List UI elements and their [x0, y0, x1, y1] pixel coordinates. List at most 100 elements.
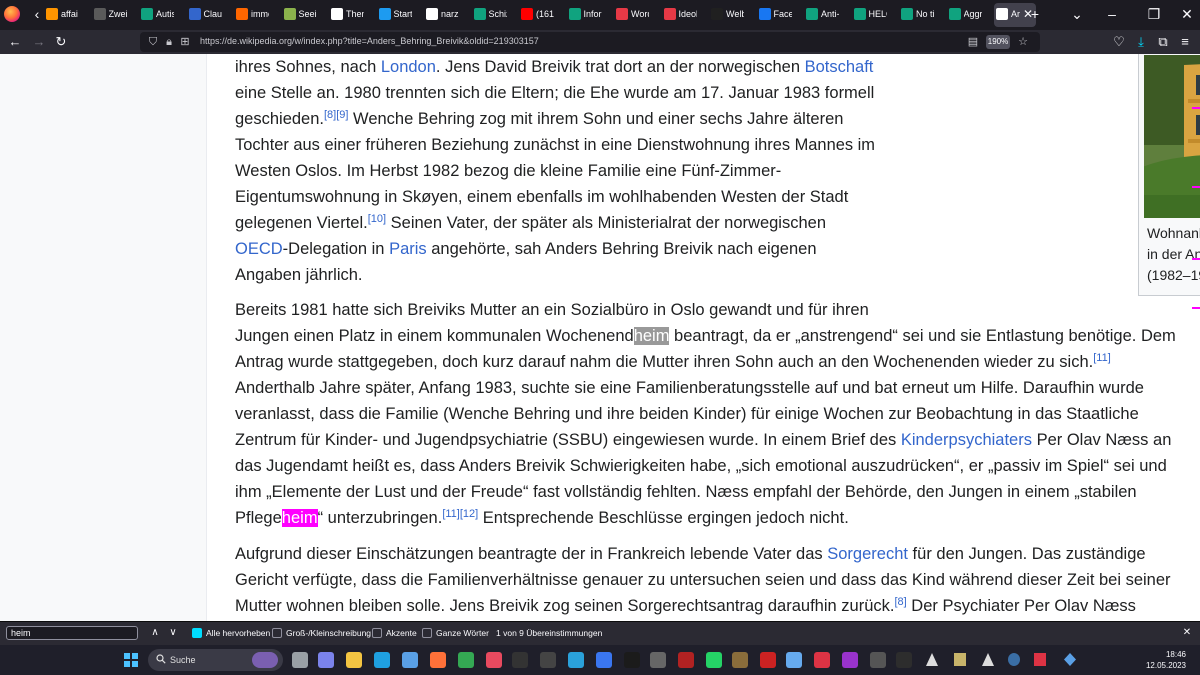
skoyen-building-photo[interactable]: [1144, 55, 1200, 218]
tray-app-icon[interactable]: [954, 653, 966, 666]
tab[interactable]: narzi: [424, 3, 468, 27]
terminal-icon[interactable]: [896, 652, 912, 668]
app-purple-icon[interactable]: [842, 652, 858, 668]
tab[interactable]: HELC: [852, 3, 896, 27]
firefox-icon[interactable]: [430, 652, 446, 668]
tab[interactable]: Claud: [187, 3, 231, 27]
whole-words-label[interactable]: Ganze Wörter: [436, 627, 489, 639]
whatsapp-icon[interactable]: [706, 652, 722, 668]
restore-window-icon[interactable]: ❐: [1145, 5, 1163, 23]
app-black-icon[interactable]: [512, 652, 528, 668]
match-case-checkbox[interactable]: [272, 628, 282, 638]
highlight-all-label[interactable]: Alle hervorheben: [206, 627, 270, 639]
tab[interactable]: No tit: [899, 3, 943, 27]
tray-app-icon[interactable]: [1034, 653, 1046, 666]
tab[interactable]: Faceb: [757, 3, 801, 27]
books-icon[interactable]: [732, 652, 748, 668]
store-icon[interactable]: [402, 652, 418, 668]
shield-icon[interactable]: ⛉: [146, 34, 160, 50]
extensions-icon[interactable]: ⧉: [1154, 33, 1172, 51]
find-next-icon[interactable]: ∨: [166, 626, 180, 640]
citation-link[interactable]: [11]: [1093, 352, 1111, 364]
citation-link[interactable]: [12]: [460, 508, 478, 520]
tab[interactable]: Welbe: [709, 3, 753, 27]
downloads-icon[interactable]: ⤓: [1132, 33, 1150, 51]
reload-button[interactable]: ↻: [52, 33, 70, 51]
tab[interactable]: (1617: [519, 3, 563, 27]
wiki-link[interactable]: London: [381, 58, 436, 76]
tab[interactable]: Zwei: [92, 3, 136, 27]
wiki-link[interactable]: Kinderpsychiaters: [901, 431, 1032, 449]
tab[interactable]: affai: [44, 3, 88, 27]
minimize-window-icon[interactable]: –: [1103, 5, 1121, 23]
chat-icon[interactable]: [486, 652, 502, 668]
zoom-level-badge[interactable]: 190%: [986, 35, 1010, 49]
pocket-icon[interactable]: ♡: [1110, 33, 1128, 51]
wiki-link[interactable]: Sorgerecht: [827, 545, 908, 563]
teams-icon[interactable]: [318, 652, 334, 668]
wiki-link[interactable]: Botschaft: [805, 58, 874, 76]
tab-scroll-left-icon[interactable]: ‹: [30, 5, 44, 23]
citation-link[interactable]: [8]: [894, 596, 906, 608]
forward-button[interactable]: →: [30, 33, 48, 51]
citation-link[interactable]: [10]: [368, 213, 386, 225]
firefox-menu-icon[interactable]: [4, 6, 20, 22]
live-icon[interactable]: [540, 652, 556, 668]
new-tab-button[interactable]: +: [1026, 5, 1044, 23]
chrome-icon[interactable]: [458, 652, 474, 668]
back-button[interactable]: ←: [6, 33, 24, 51]
permissions-icon[interactable]: ⊞: [178, 34, 192, 50]
app-77-icon[interactable]: [870, 652, 886, 668]
match-diacritics-checkbox[interactable]: [372, 628, 382, 638]
citation-link[interactable]: [11]: [442, 508, 460, 520]
match-case-label[interactable]: Groß-/Kleinschreibung: [286, 627, 371, 639]
taskbar-search[interactable]: Suche: [148, 649, 283, 671]
tab[interactable]: Them: [329, 3, 373, 27]
tab[interactable]: Aggre: [947, 3, 991, 27]
tab[interactable]: Word: [614, 3, 658, 27]
reader-view-icon[interactable]: ▤: [966, 34, 980, 50]
clock-time[interactable]: 18:46: [1150, 650, 1186, 660]
tab[interactable]: Startu: [377, 3, 421, 27]
tab[interactable]: Autis: [139, 3, 183, 27]
wiki-link[interactable]: Paris: [389, 240, 427, 258]
app-cloud-icon[interactable]: [786, 652, 802, 668]
news-icon[interactable]: [678, 652, 694, 668]
app-dots-icon[interactable]: [624, 652, 640, 668]
citation-link[interactable]: [9]: [336, 109, 348, 121]
tray-linux-icon[interactable]: [926, 653, 938, 666]
file-explorer-icon[interactable]: [346, 652, 362, 668]
clock-date[interactable]: 12.05.2023: [1140, 661, 1186, 671]
app-red-icon[interactable]: [760, 652, 776, 668]
find-previous-icon[interactable]: ∧: [148, 626, 162, 640]
url-text[interactable]: https://de.wikipedia.org/w/index.php?tit…: [200, 36, 539, 46]
list-all-tabs-icon[interactable]: ⌄: [1068, 5, 1086, 23]
tray-app-icon[interactable]: [1064, 653, 1076, 666]
edge-icon[interactable]: [374, 652, 390, 668]
menu-icon[interactable]: ≡: [1176, 33, 1194, 51]
url-bar[interactable]: ⛉ 🔒︎ ⊞ https://de.wikipedia.org/w/index.…: [140, 32, 1040, 52]
find-input[interactable]: [6, 626, 138, 640]
tray-linux-icon[interactable]: [982, 653, 994, 666]
citation-link[interactable]: [8]: [324, 109, 336, 121]
tab[interactable]: Schiz: [472, 3, 516, 27]
telegram-icon[interactable]: [568, 652, 584, 668]
wiki-link[interactable]: OECD: [235, 240, 283, 258]
tab[interactable]: imme WIEDE: [234, 3, 278, 27]
signal-icon[interactable]: [596, 652, 612, 668]
close-window-icon[interactable]: ✕: [1178, 5, 1196, 23]
close-find-bar-icon[interactable]: ✕: [1180, 626, 1194, 640]
whole-words-checkbox[interactable]: [422, 628, 432, 638]
task-view-icon[interactable]: [292, 652, 308, 668]
tab[interactable]: Seein: [282, 3, 326, 27]
steam-icon[interactable]: [1008, 653, 1020, 666]
highlight-all-checkbox[interactable]: [192, 628, 202, 638]
app-k-icon[interactable]: [814, 652, 830, 668]
match-diacritics-label[interactable]: Akzente: [386, 627, 417, 639]
bookmark-star-icon[interactable]: ☆: [1016, 34, 1030, 50]
tab[interactable]: Inforr: [567, 3, 611, 27]
tab[interactable]: Anti-1: [804, 3, 848, 27]
tab[interactable]: Ideol: [662, 3, 706, 27]
app-grey-icon[interactable]: [650, 652, 666, 668]
lock-icon[interactable]: 🔒︎: [162, 34, 176, 50]
